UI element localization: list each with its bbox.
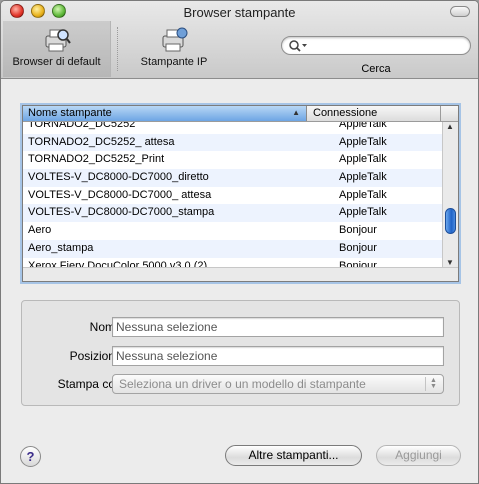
printer-name-cell: VOLTES-V_DC8000-DC7000_diretto (28, 171, 209, 184)
default-browser-label: Browser di default (12, 56, 101, 68)
printer-name-cell: VOLTES-V_DC8000-DC7000_stampa (28, 206, 215, 219)
connection-cell: AppleTalk (339, 171, 387, 184)
column-header-connection[interactable]: Connessione (308, 106, 441, 121)
printer-name-cell: TORNADO2_DC5252_ attesa (28, 135, 175, 148)
printer-details-box: Nome: Nessuna selezione Posizione: Nessu… (21, 300, 460, 406)
ip-printer-label: Stampante IP (140, 56, 208, 68)
toolbar: Browser stampante Browser di default Sta… (1, 1, 478, 79)
connection-cell: AppleTalk (339, 122, 387, 130)
ip-printer-icon (162, 27, 188, 52)
sort-ascending-icon: ▲ (292, 108, 300, 117)
search-icon (289, 40, 307, 52)
window-title: Browser stampante (183, 5, 296, 20)
table-row[interactable]: TORNADO2_DC5252 AppleTalk (23, 122, 443, 134)
search-input[interactable] (281, 36, 471, 55)
name-field[interactable]: Nessuna selezione (112, 317, 444, 337)
printer-name-cell: TORNADO2_DC5252 (28, 122, 136, 130)
scrollbar-thumb[interactable] (445, 208, 456, 234)
default-browser-tab[interactable]: Browser di default (3, 21, 111, 77)
table-row[interactable]: Aero Bonjour (23, 222, 443, 240)
toolbar-toggle-button[interactable] (450, 6, 470, 17)
table-row[interactable]: Aero_stampa Bonjour (23, 239, 443, 258)
table-row[interactable]: VOLTES-V_DC8000-DC7000_diretto AppleTalk (23, 169, 443, 187)
popup-arrows-icon: ▲ ▼ (425, 377, 441, 391)
horizontal-scrollbar[interactable] (23, 267, 458, 281)
search-label: Cerca (361, 63, 391, 75)
printer-list[interactable]: Nome stampante ▲ Connessione TORNADO2_DC… (22, 105, 459, 282)
printer-name-cell: Aero (28, 224, 52, 237)
printer-name-cell: Aero_stampa (28, 241, 94, 254)
more-printers-button[interactable]: Altre stampanti... (225, 445, 362, 466)
connection-cell: AppleTalk (339, 206, 387, 219)
printer-name-cell: TORNADO2_DC5252_Print (28, 153, 165, 166)
column-header-name[interactable]: Nome stampante ▲ (23, 106, 307, 121)
connection-cell: Bonjour (339, 224, 377, 237)
toolbar-separator (117, 27, 118, 71)
connection-cell: AppleTalk (339, 135, 387, 148)
list-rows: TORNADO2_DC5252 AppleTalk TORNADO2_DC5252_… (23, 122, 443, 268)
scroll-up-arrow-icon[interactable]: ▲ (446, 122, 454, 131)
location-field[interactable]: Nessuna selezione (112, 346, 444, 366)
connection-cell: Bonjour (339, 241, 377, 254)
list-header: Nome stampante ▲ Connessione (23, 106, 458, 122)
add-button[interactable]: Aggiungi (376, 445, 461, 466)
table-row[interactable]: VOLTES-V_DC8000-DC7000_stampa AppleTalk (23, 204, 443, 223)
table-row[interactable]: TORNADO2_DC5252_Print AppleTalk (23, 151, 443, 169)
table-row[interactable]: VOLTES-V_DC8000-DC7000_ attesa AppleTalk (23, 187, 443, 205)
printer-browser-window: Browser stampante Browser di default Sta… (0, 0, 479, 484)
print-with-value: Seleziona un driver o un modello di stam… (119, 377, 366, 391)
print-with-popup[interactable]: Seleziona un driver o un modello di stam… (112, 374, 444, 394)
scroll-down-arrow-icon[interactable]: ▼ (446, 258, 454, 267)
printer-search-icon (45, 29, 71, 52)
ip-printer-tab[interactable]: Stampante IP (119, 21, 229, 77)
table-row[interactable]: TORNADO2_DC5252_ attesa AppleTalk (23, 133, 443, 152)
help-button[interactable]: ? (20, 446, 41, 467)
printer-name-cell: VOLTES-V_DC8000-DC7000_ attesa (28, 188, 212, 201)
connection-cell: AppleTalk (339, 153, 387, 166)
vertical-scrollbar[interactable]: ▲ ▼ (442, 122, 458, 268)
connection-cell: AppleTalk (339, 188, 387, 201)
column-header-name-label: Nome stampante (28, 107, 112, 119)
